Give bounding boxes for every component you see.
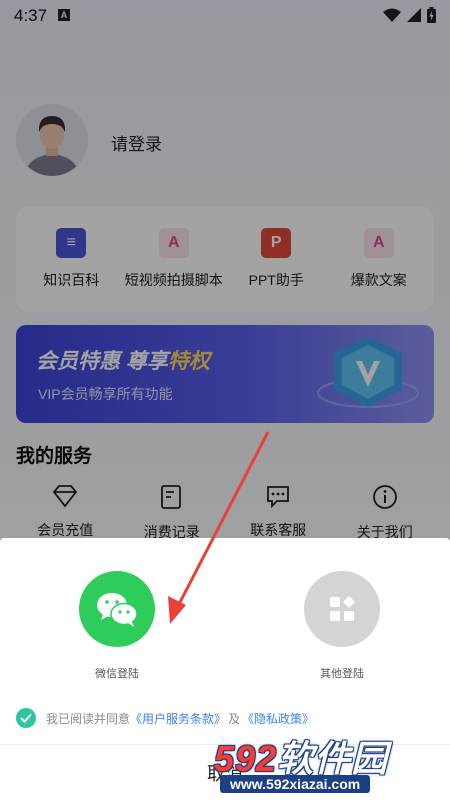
watermark-number: 592 [214,738,278,779]
watermark-name: 软件园 [277,738,389,779]
watermark-logo: 592软件园 www.592xiazai.com [214,730,444,796]
annotation-arrow-icon [168,431,270,624]
watermark-url: www.592xiazai.com [220,775,371,793]
